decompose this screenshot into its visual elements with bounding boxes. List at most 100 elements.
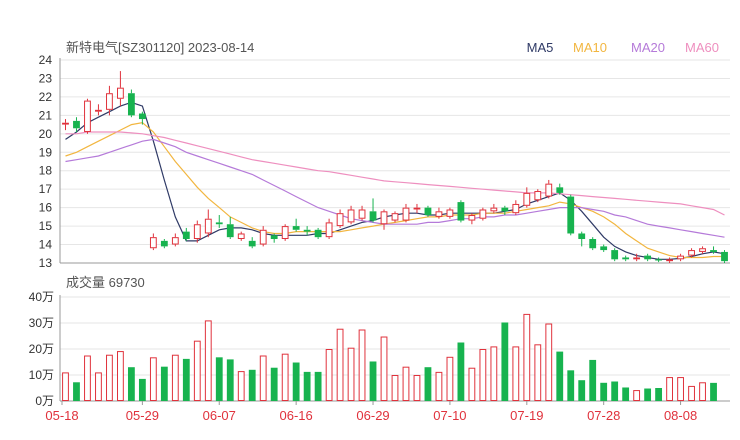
volume-bar bbox=[534, 344, 542, 402]
volume-y-tick-label: 30万 bbox=[29, 316, 54, 330]
volume-bar bbox=[292, 362, 300, 401]
candle-body bbox=[644, 255, 652, 260]
candle-body bbox=[589, 239, 597, 249]
volume-y-tick-label: 20万 bbox=[29, 342, 54, 356]
candle bbox=[237, 231, 245, 241]
candle bbox=[127, 89, 135, 118]
date-label: 07-10 bbox=[433, 408, 466, 423]
candle-body bbox=[534, 191, 542, 201]
kline-y-tick-label: 16 bbox=[39, 201, 53, 215]
candle-body bbox=[490, 207, 498, 212]
candle bbox=[589, 237, 597, 251]
candle bbox=[204, 209, 212, 238]
candle-body bbox=[468, 215, 476, 221]
candle-body bbox=[545, 183, 553, 197]
candle-body bbox=[655, 259, 663, 261]
candle bbox=[171, 233, 179, 247]
kline-y-tick-label: 19 bbox=[39, 145, 53, 159]
volume-bar bbox=[95, 372, 102, 401]
candle bbox=[62, 119, 69, 131]
volume-bar bbox=[314, 371, 322, 401]
volume-bar bbox=[677, 377, 684, 401]
candle-body bbox=[95, 109, 102, 112]
volume-bar bbox=[699, 382, 706, 401]
volume-bar bbox=[138, 378, 146, 401]
candle bbox=[292, 218, 300, 232]
candle bbox=[347, 205, 355, 225]
candle-body bbox=[259, 229, 267, 245]
candle bbox=[303, 226, 311, 236]
candle bbox=[490, 203, 498, 214]
candle-body bbox=[281, 226, 289, 240]
candle-body bbox=[314, 229, 322, 238]
volume-bar bbox=[106, 354, 113, 401]
date-axis: 05-18 05-29 06-07 06-16 06-29 07-10 07-19 07-28… bbox=[45, 401, 697, 423]
candle-body bbox=[204, 218, 212, 234]
candle-body bbox=[303, 229, 311, 232]
volume-bar bbox=[226, 359, 234, 401]
kline-y-tick-label: 18 bbox=[39, 164, 53, 178]
date-label: 07-19 bbox=[510, 408, 543, 423]
candle-body bbox=[710, 250, 717, 252]
kline-y-tick-label: 21 bbox=[39, 108, 53, 122]
candle bbox=[248, 237, 256, 249]
candle-body bbox=[446, 209, 454, 217]
date-label: 07-28 bbox=[587, 408, 620, 423]
candle bbox=[600, 244, 608, 252]
volume-bar bbox=[578, 380, 586, 401]
ma-legend: MA5 MA10 MA20 MA60 bbox=[527, 40, 719, 55]
candle bbox=[325, 218, 333, 240]
volume-bar bbox=[490, 346, 498, 401]
candle bbox=[644, 253, 652, 262]
candle-body bbox=[611, 250, 619, 260]
ma-line-ma60 bbox=[65, 131, 725, 216]
candle bbox=[677, 253, 684, 262]
volume-bar bbox=[369, 361, 377, 401]
candle bbox=[567, 194, 575, 236]
candle bbox=[380, 209, 388, 230]
candle-body bbox=[578, 233, 586, 240]
candle bbox=[149, 233, 157, 251]
volume-bar bbox=[468, 367, 476, 401]
volume-grid bbox=[60, 296, 730, 376]
candlesticks bbox=[62, 71, 728, 263]
volume-bar bbox=[600, 382, 608, 401]
candle-body bbox=[666, 259, 673, 262]
candle-body bbox=[479, 209, 487, 219]
candle bbox=[160, 239, 168, 249]
candle-body bbox=[62, 122, 69, 125]
volume-bar bbox=[127, 367, 135, 401]
candle bbox=[314, 227, 322, 240]
candle-body bbox=[73, 120, 80, 129]
volume-bar bbox=[193, 340, 201, 401]
volume-bar bbox=[424, 367, 432, 401]
legend-ma60: MA60 bbox=[685, 40, 719, 55]
date-label: 06-29 bbox=[356, 408, 389, 423]
legend-ma10: MA10 bbox=[573, 40, 607, 55]
volume-bar bbox=[501, 322, 509, 401]
volume-bar bbox=[259, 355, 267, 401]
kline-y-tick-label: 17 bbox=[39, 182, 53, 196]
volume-y-tick-label: 10万 bbox=[29, 368, 54, 382]
volume-bar bbox=[633, 390, 641, 401]
candle bbox=[622, 255, 630, 262]
candle-body bbox=[215, 222, 223, 225]
volume-bar bbox=[215, 357, 223, 401]
volume-bar bbox=[347, 347, 355, 402]
candle bbox=[281, 224, 289, 241]
candle-body bbox=[512, 203, 520, 214]
candle-body bbox=[567, 196, 575, 234]
candle bbox=[699, 246, 706, 254]
candle-body bbox=[358, 209, 366, 219]
candle bbox=[655, 257, 663, 263]
ma-line-ma5 bbox=[65, 101, 725, 260]
volume-bar bbox=[589, 359, 597, 401]
volume-title: 成交量 69730 bbox=[66, 275, 145, 290]
candle bbox=[721, 250, 728, 263]
candle bbox=[259, 226, 267, 247]
volume-bar bbox=[688, 385, 695, 402]
candle bbox=[226, 216, 234, 240]
volume-bar bbox=[710, 382, 717, 401]
candle-body bbox=[84, 100, 91, 132]
candle-body bbox=[292, 226, 300, 230]
